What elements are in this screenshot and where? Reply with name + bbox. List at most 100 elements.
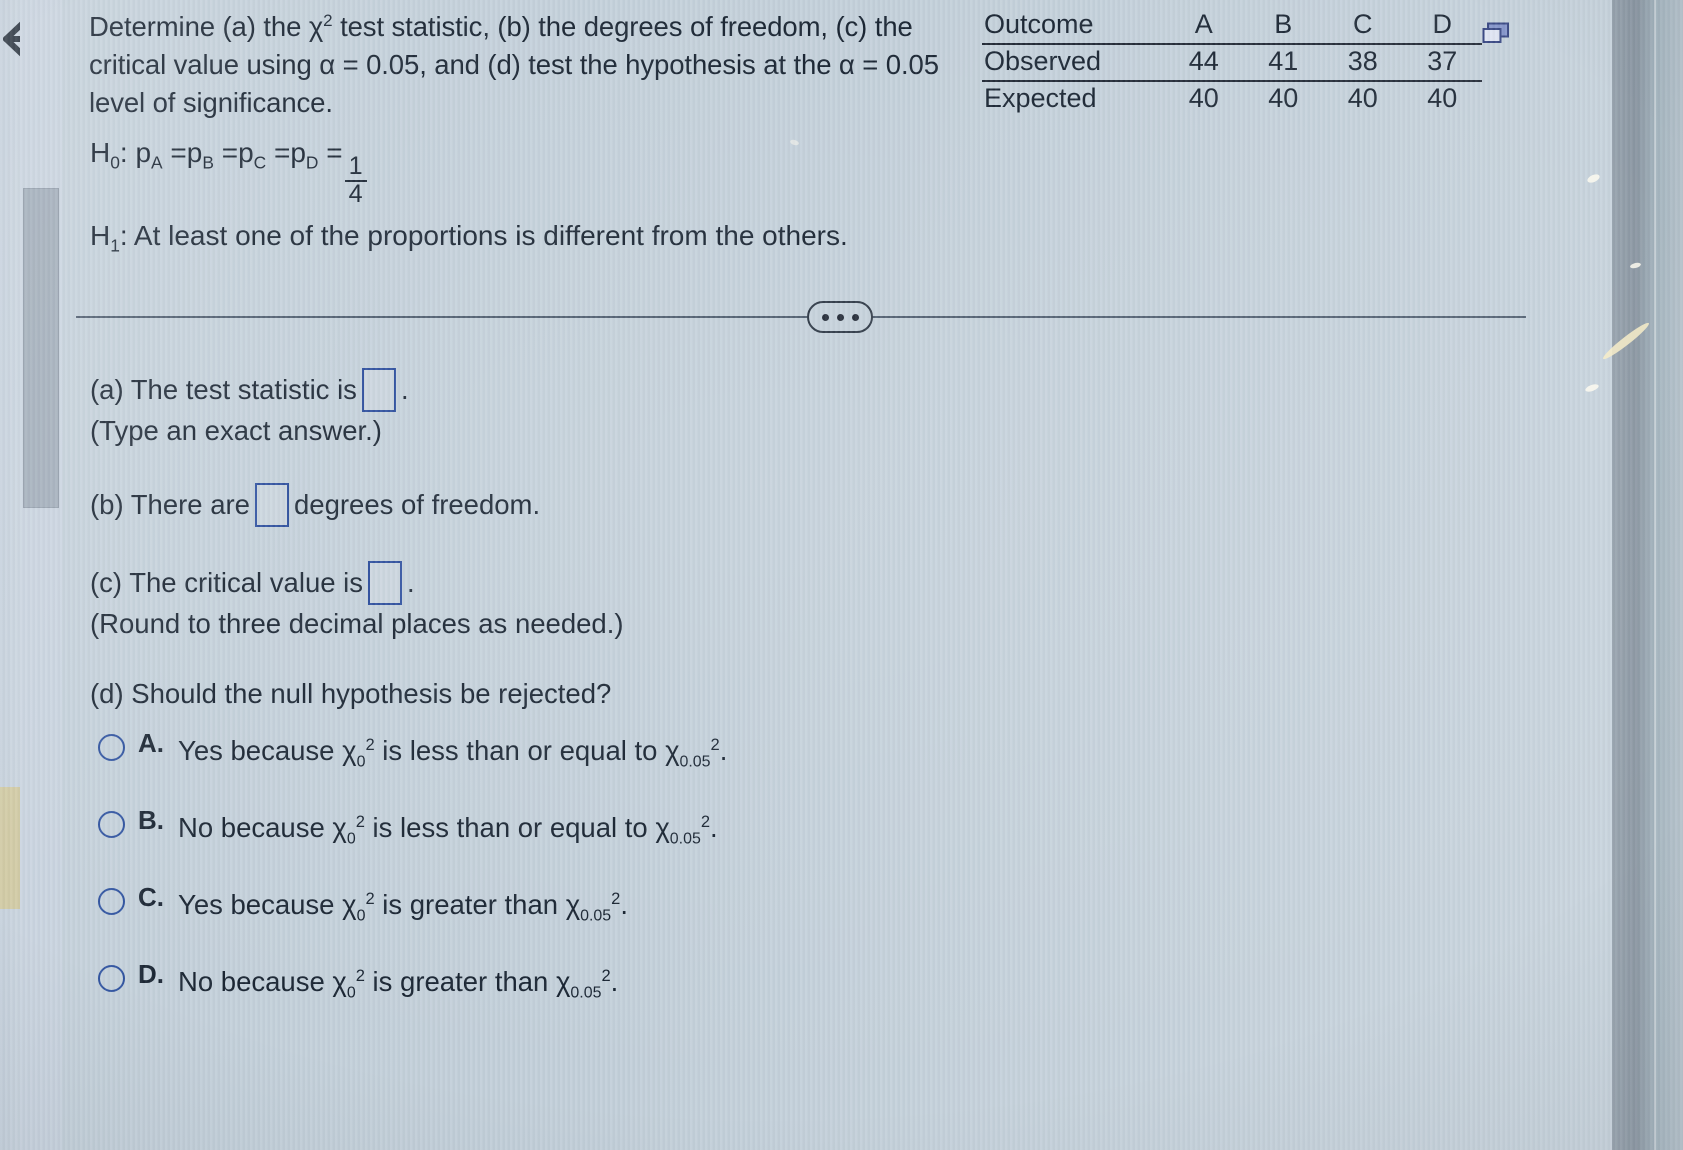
choice-a-chi2-sub: 0.05 bbox=[679, 753, 711, 771]
observed-expected-table: Outcome A B C D Observed 44 41 38 37 Exp… bbox=[982, 8, 1509, 117]
choice-text-b: No because χ02 is less than or equal to … bbox=[178, 812, 718, 847]
choice-c-chi-sub: 0 bbox=[356, 907, 366, 925]
answer-b-label: (b) There are bbox=[90, 489, 250, 520]
choice-option-d[interactable]: D. No because χ02 is greater than χ0.052… bbox=[98, 951, 1148, 1028]
h0-sub-c: C bbox=[253, 152, 267, 173]
choice-letter-c: C. bbox=[138, 882, 164, 912]
choice-option-c[interactable]: C. Yes because χ02 is greater than χ0.05… bbox=[98, 874, 1148, 951]
h0-pC: p bbox=[238, 137, 254, 168]
dot-3 bbox=[851, 313, 859, 321]
eq-2: = bbox=[221, 137, 239, 168]
table-row: Observed 44 41 38 37 bbox=[982, 44, 1482, 82]
choice-a-chi-sub: 0 bbox=[356, 753, 366, 771]
row-label-expected: Expected bbox=[984, 83, 1097, 113]
scrollbar-thumb[interactable] bbox=[23, 188, 59, 508]
choice-d-tail: . bbox=[610, 966, 619, 997]
test-statistic-input[interactable] bbox=[361, 368, 396, 412]
choice-d-chi-sup: 2 bbox=[355, 966, 365, 985]
answer-a-row: (a) The test statistic is . bbox=[90, 368, 1090, 412]
observed-d: 37 bbox=[1402, 44, 1482, 82]
frequency-table: Outcome A B C D Observed 44 41 38 37 Exp… bbox=[982, 8, 1482, 117]
expected-a: 40 bbox=[1188, 83, 1219, 113]
choice-c-chi2: χ bbox=[565, 889, 581, 920]
choice-b-tail: . bbox=[710, 812, 718, 843]
choice-option-b[interactable]: B. No because χ02 is less than or equal … bbox=[98, 797, 1148, 874]
dot-1 bbox=[821, 313, 829, 321]
radio-button-c[interactable] bbox=[98, 888, 125, 915]
h0-label: H bbox=[90, 137, 111, 168]
answer-c-note: (Round to three decimal places as needed… bbox=[90, 608, 624, 639]
choice-b-chi2-sub: 0.05 bbox=[669, 830, 701, 848]
choice-c-chi2-sup: 2 bbox=[611, 889, 621, 908]
answer-c-label: (c) The critical value is bbox=[90, 567, 364, 598]
null-hypothesis: H0: pA =pB =pC =pD = 1 4 bbox=[90, 133, 848, 208]
observed-c: 38 bbox=[1323, 44, 1403, 82]
h0-sub-a: A bbox=[151, 152, 163, 173]
choice-b-chi-sup: 2 bbox=[355, 812, 365, 831]
vertical-scrollbar[interactable] bbox=[20, 0, 62, 1150]
radio-button-b[interactable] bbox=[98, 811, 125, 838]
dot-2 bbox=[836, 313, 844, 321]
answer-b-row: (b) There are degrees of freedom. bbox=[90, 483, 1090, 527]
monitor-bezel-right bbox=[1612, 0, 1683, 1150]
choice-a-middle: is less than or equal to bbox=[374, 735, 666, 766]
col-header-c: C bbox=[1323, 8, 1403, 45]
choice-d-chi2: χ bbox=[555, 966, 571, 997]
answer-d-question: (d) Should the null hypothesis be reject… bbox=[90, 678, 612, 709]
choice-d-chi: χ bbox=[332, 966, 347, 997]
answer-c-row: (c) The critical value is . bbox=[90, 561, 1090, 605]
radio-button-a[interactable] bbox=[98, 734, 125, 761]
answer-section: (a) The test statistic is . (Type an exa… bbox=[90, 368, 1090, 712]
h0-colon: : bbox=[119, 137, 136, 168]
eq-1: = bbox=[170, 137, 187, 168]
one-fourth-fraction: 14 bbox=[344, 152, 367, 208]
eq-3: = bbox=[273, 137, 291, 168]
alternative-hypothesis: H1: At least one of the proportions is d… bbox=[90, 216, 848, 256]
h0-sub-d: D bbox=[305, 152, 319, 173]
expected-b: 40 bbox=[1268, 83, 1299, 113]
choice-b-middle: is less than or equal to bbox=[364, 812, 656, 843]
expected-c: 40 bbox=[1347, 83, 1378, 113]
choice-letter-d: D. bbox=[138, 959, 164, 989]
fraction-denominator: 4 bbox=[344, 179, 367, 208]
choice-text-d: No because χ02 is greater than χ0.052. bbox=[178, 966, 619, 1001]
problem-page: Determine (a) the χ2 test statistic, (b)… bbox=[62, 0, 1612, 1150]
observed-b: 41 bbox=[1243, 44, 1323, 82]
h0-subscript: 0 bbox=[110, 152, 120, 173]
choice-b-chi-sub: 0 bbox=[346, 830, 356, 848]
answer-a-label: (a) The test statistic is bbox=[90, 374, 357, 405]
chi-exponent: 2 bbox=[323, 10, 333, 30]
h1-subscript: 1 bbox=[110, 235, 120, 256]
open-in-new-window-icon[interactable] bbox=[1482, 22, 1512, 46]
answer-a-period: . bbox=[400, 374, 409, 405]
choice-c-lead: Yes because bbox=[178, 889, 343, 920]
choice-option-a[interactable]: A. Yes because χ02 is less than or equal… bbox=[98, 720, 1148, 797]
hypotheses-block: H0: pA =pB =pC =pD = 1 4 H1: At least one … bbox=[90, 133, 848, 256]
answer-b-tail: degrees of freedom. bbox=[293, 489, 541, 520]
choice-letter-a: A. bbox=[138, 728, 164, 758]
problem-prompt: Determine (a) the χ2 test statistic, (b)… bbox=[89, 8, 994, 122]
choice-d-lead: No because bbox=[178, 966, 333, 997]
col-header-d: D bbox=[1402, 8, 1482, 45]
choice-a-chi2-sup: 2 bbox=[710, 735, 720, 754]
degrees-of-freedom-input[interactable] bbox=[254, 483, 289, 527]
expected-d: 40 bbox=[1427, 83, 1458, 113]
table-header-row: Outcome A B C D bbox=[982, 8, 1482, 45]
critical-value-input[interactable] bbox=[368, 561, 403, 605]
choice-d-chi2-sup: 2 bbox=[601, 966, 611, 985]
bezel-seam bbox=[1654, 0, 1656, 1150]
row-label-observed: Observed bbox=[982, 44, 1164, 82]
more-options-button[interactable] bbox=[807, 301, 873, 333]
fraction-numerator: 1 bbox=[348, 152, 363, 181]
answer-a-note: (Type an exact answer.) bbox=[90, 415, 382, 446]
h1-text: : At least one of the proportions is dif… bbox=[119, 219, 848, 251]
choice-c-tail: . bbox=[620, 889, 628, 920]
observed-a: 44 bbox=[1164, 44, 1244, 82]
radio-button-d[interactable] bbox=[98, 965, 125, 992]
choice-c-chi2-sub: 0.05 bbox=[580, 907, 612, 925]
choice-a-chi: χ bbox=[342, 735, 357, 766]
choice-b-chi2: χ bbox=[655, 812, 670, 843]
choice-text-a: Yes because χ02 is less than or equal to… bbox=[178, 735, 728, 770]
chi-symbol: χ bbox=[308, 11, 324, 42]
choice-a-tail: . bbox=[719, 735, 728, 766]
